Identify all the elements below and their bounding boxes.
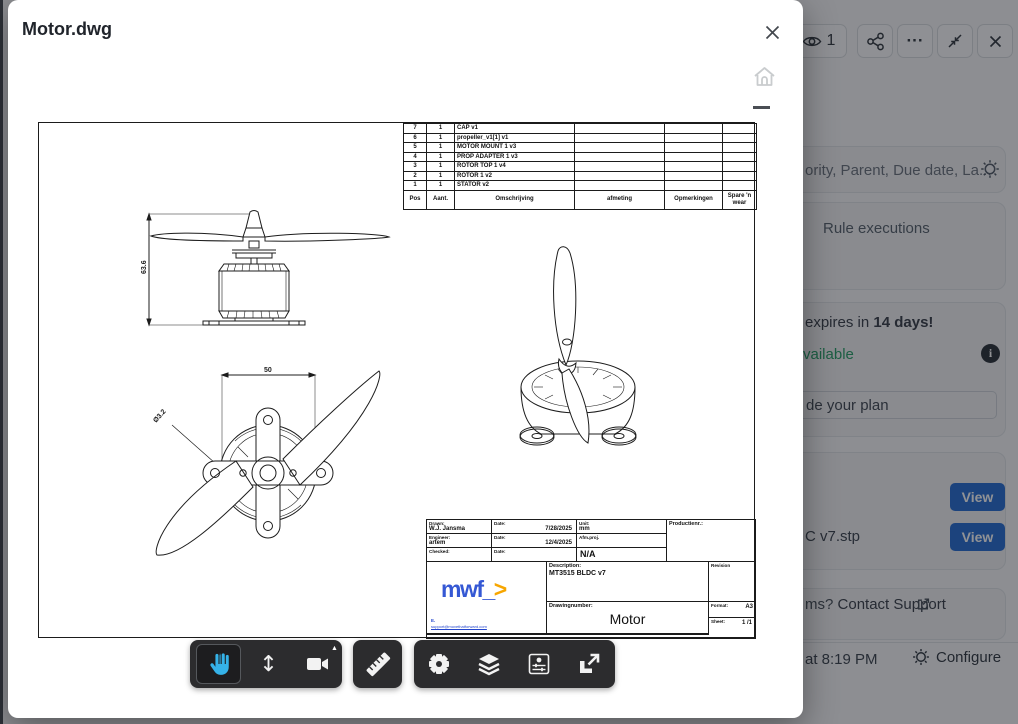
file-preview-modal: Motor.dwg — 71CAP v1 61propeller_v1[1] v… [8,0,803,718]
pan-tool-button[interactable] [196,644,241,684]
toolbar-measure-group [353,640,402,688]
toolbar-display-group [414,640,615,688]
hole-diameter-dimension: Ø3.2 [152,408,167,424]
table-row: 11STATOR v2 [404,181,757,191]
modal-title: Motor.dwg [22,19,112,40]
top-view-drawing: 50 Ø3.2 [142,363,390,561]
gear-icon [426,651,452,677]
width-dimension: 50 [264,367,272,374]
side-view-drawing: 63.6 [139,206,394,334]
table-row: 51MOTOR MOUNT 1 v3 [404,143,757,153]
table-row: 21ROTOR 1 v2 [404,171,757,181]
fullscreen-button[interactable] [564,640,614,688]
dwg-viewer-canvas[interactable]: 71CAP v1 61propeller_v1[1] v1 51MOTOR MO… [38,122,755,638]
drawing-number: Motor [547,611,708,627]
measure-tool-button[interactable] [353,640,402,688]
title-block: Drawn: W.J. Jansma Date: 7/28/2025 Unit:… [426,519,756,639]
layers-icon [477,652,501,676]
table-row: 61propeller_v1[1] v1 [404,133,757,143]
close-icon [763,23,782,42]
home-view-button[interactable] [752,66,776,88]
ruler-icon [361,647,395,681]
caret-up-icon: ▲ [331,645,338,652]
expand-icon [577,652,601,676]
display-settings-icon [527,652,551,676]
isometric-view-drawing [479,241,684,453]
view-toolbar-collapse[interactable]: — [753,106,770,109]
settings-tool-button[interactable] [414,640,464,688]
layers-tool-button[interactable] [464,640,514,688]
camera-views-button[interactable]: ▲ [293,640,342,688]
camera-icon [306,654,330,674]
table-row: 31ROTOR TOP 1 v4 [404,162,757,172]
home-icon [753,66,776,87]
table-row: 71CAP v1 [404,124,757,134]
toolbar-navigation-group: ↕ ▲ [190,640,342,688]
parts-table: 71CAP v1 61propeller_v1[1] v1 51MOTOR MO… [403,123,757,210]
render-options-button[interactable] [514,640,564,688]
table-header-row: PosAant. Omschrijvingafmeting Opmerkinge… [404,190,757,209]
modal-close-button[interactable] [760,22,784,46]
vertical-arrows-icon: ↕ [259,652,277,677]
fit-height-button[interactable]: ↕ [244,640,293,688]
company-logo: mwf_> E. support@movethatforward.com [427,562,547,634]
height-dimension: 63.6 [141,260,148,274]
hand-pan-icon [206,651,232,677]
table-row: 41PROP ADAPTER 1 v3 [404,152,757,162]
